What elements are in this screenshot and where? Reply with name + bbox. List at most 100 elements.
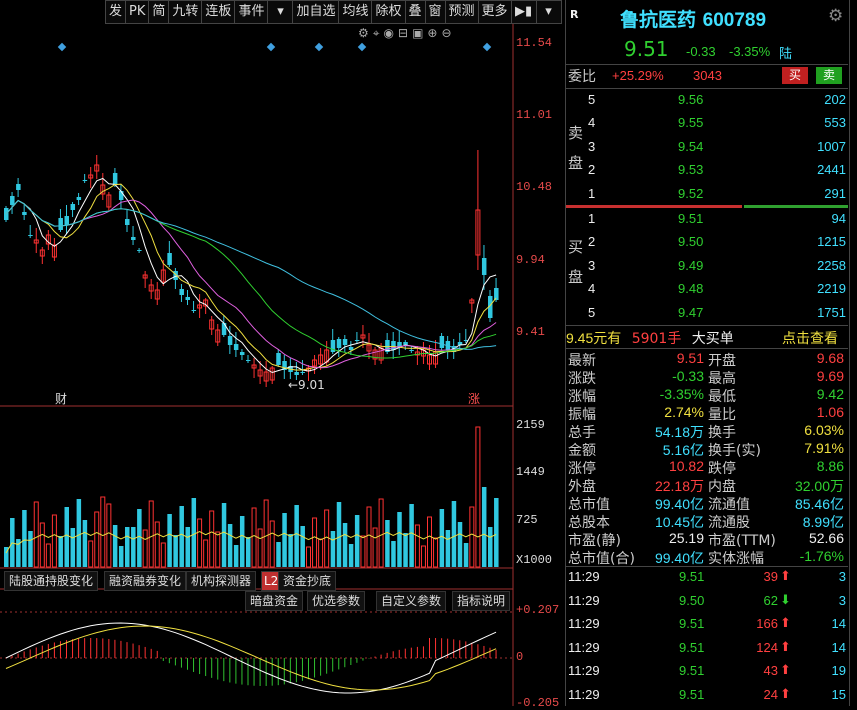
dropdown-icon[interactable]: ▾ (267, 0, 293, 24)
indicator-tab[interactable]: 机构探测器 (186, 571, 257, 591)
level-volume: 202 (824, 92, 846, 107)
zoom-in-icon[interactable]: ⊕ (427, 26, 437, 41)
indicator-subtab[interactable]: 指标说明 (452, 591, 511, 611)
volume-bar (246, 537, 251, 567)
volume-bar (366, 506, 372, 568)
eye-icon[interactable]: ◉ (384, 26, 394, 41)
level-price: 9.50 (678, 234, 704, 250)
stat-row: 总股本 10.45亿 流通股 8.99亿 (566, 512, 848, 531)
view-details-link[interactable]: 点击查看 (782, 328, 838, 348)
indicator-tab[interactable]: 资金抄底 (278, 571, 337, 591)
stat-value: 9.51 (676, 350, 704, 366)
ask-bid-bar-red (566, 205, 742, 208)
toolbar-item[interactable]: 更多 (477, 0, 511, 24)
level-volume: 2258 (817, 257, 846, 273)
toolbar-item[interactable]: 九转 (168, 0, 202, 24)
toolbar-item[interactable]: 均线 (338, 0, 372, 24)
zoom-out-icon[interactable]: ⊖ (441, 26, 451, 41)
candle-body (131, 237, 136, 240)
toolbar-item[interactable]: 窗 (424, 0, 445, 24)
play-icon[interactable]: ▶▮ (510, 0, 536, 24)
bid-level[interactable]: 4 9.48 2219 (566, 281, 848, 303)
bid-level[interactable]: 2 9.50 1215 (566, 234, 848, 256)
tick-row: 11:29 9.51 24 ⬆ 15 (566, 687, 848, 709)
bid-level[interactable]: 1 9.51 94 (566, 211, 848, 233)
toolbar-item[interactable]: 预测 (444, 0, 478, 24)
indicator-subtab[interactable]: 优选参数 (307, 591, 366, 611)
bid-level[interactable]: 3 9.49 2258 (566, 258, 848, 280)
exchange-badge: 陆 (779, 47, 793, 62)
basket-icon[interactable]: ⊟ (398, 26, 408, 41)
level-volume: 553 (824, 115, 846, 131)
level-index: 3 (588, 138, 596, 154)
volume-bar (70, 528, 76, 567)
toolbar-item[interactable]: 连板 (201, 0, 235, 24)
macd-tick: +0.207 (516, 603, 560, 617)
ask-level[interactable]: 3 9.54 1007 (566, 139, 848, 161)
volume-bar (82, 520, 88, 567)
big-order-row: 9.45元有 5901手 大买单 (566, 330, 734, 347)
cai-marker[interactable]: 财 (55, 390, 67, 407)
buy-button[interactable]: 买 (782, 67, 808, 84)
chevron-down-icon[interactable]: ▾ (535, 0, 562, 24)
ask-level[interactable]: 2 9.53 2441 (566, 162, 848, 184)
ruler-icon[interactable]: ⌖ (373, 26, 380, 41)
volume-bar (391, 541, 396, 567)
level-index: 5 (588, 92, 596, 107)
ask-level[interactable]: 5 9.56 202 (566, 92, 848, 114)
trash-icon[interactable]: ▣ (412, 26, 423, 41)
tick-price: 9.51 (679, 616, 705, 631)
volume-bar (306, 546, 311, 568)
volume-bar (125, 527, 130, 567)
settings-icon[interactable]: ⚙ (828, 6, 843, 26)
sell-button[interactable]: 卖 (816, 67, 842, 84)
tick-price: 9.51 (679, 686, 705, 702)
toolbar-item[interactable]: 叠 (404, 0, 425, 24)
stat-value: 85.46亿 (794, 496, 844, 512)
stat-value: -1.76% (799, 548, 844, 564)
level-price: 9.53 (678, 162, 704, 178)
toolbar-item[interactable]: 发 (105, 0, 126, 24)
toolbar-item[interactable]: 除权 (371, 0, 405, 24)
settings-icon[interactable]: ⚙ (358, 26, 369, 41)
indicator-tab[interactable]: 陆股通持股变化 (4, 571, 99, 591)
stat-label: 流通股 (708, 515, 750, 531)
volume-bar (233, 545, 239, 567)
ma-line (5, 199, 497, 359)
toolbar-item[interactable]: 简 (148, 0, 169, 24)
tick-count: 3 (838, 592, 846, 608)
volume-bar (185, 527, 190, 567)
volume-bar (439, 509, 445, 567)
toolbar-item[interactable]: 加自选 (292, 0, 339, 24)
candle-body (112, 173, 118, 185)
volume-bar (100, 496, 106, 568)
stat-label: 换手(实) (708, 443, 761, 459)
indicator-subtab[interactable]: 自定义参数 (376, 591, 447, 611)
stat-label: 总手 (568, 425, 596, 441)
candle-body (76, 197, 82, 200)
zhang-marker[interactable]: 涨 (468, 390, 480, 407)
candle-body (354, 340, 360, 341)
ask-level[interactable]: 4 9.55 553 (566, 115, 848, 137)
level-volume: 1007 (817, 138, 846, 154)
volume-bar (239, 516, 245, 567)
tick-volume: 166 (756, 616, 778, 631)
bid-level[interactable]: 5 9.47 1751 (566, 305, 848, 327)
volume-bar (269, 520, 275, 568)
volume-bar (409, 504, 414, 567)
indicator-tab[interactable]: 融资融券变化 (104, 571, 187, 591)
volume-bar (173, 535, 178, 567)
stat-label: 最高 (708, 371, 736, 387)
volume-bar (420, 545, 426, 568)
volume-bar (324, 509, 330, 568)
volume-bar (475, 426, 481, 568)
toolbar-item[interactable]: 事件 (234, 0, 268, 24)
indicator-subtab[interactable]: 暗盘资金 (245, 591, 304, 611)
tick-time: 11:29 (568, 616, 600, 631)
volume-bar (378, 498, 384, 568)
tick-time: 11:29 (568, 686, 600, 702)
toolbar-item[interactable]: PK (125, 0, 149, 24)
volume-bar (39, 522, 45, 568)
stat-value: 54.18万 (654, 424, 704, 440)
volume-bar (179, 506, 184, 567)
